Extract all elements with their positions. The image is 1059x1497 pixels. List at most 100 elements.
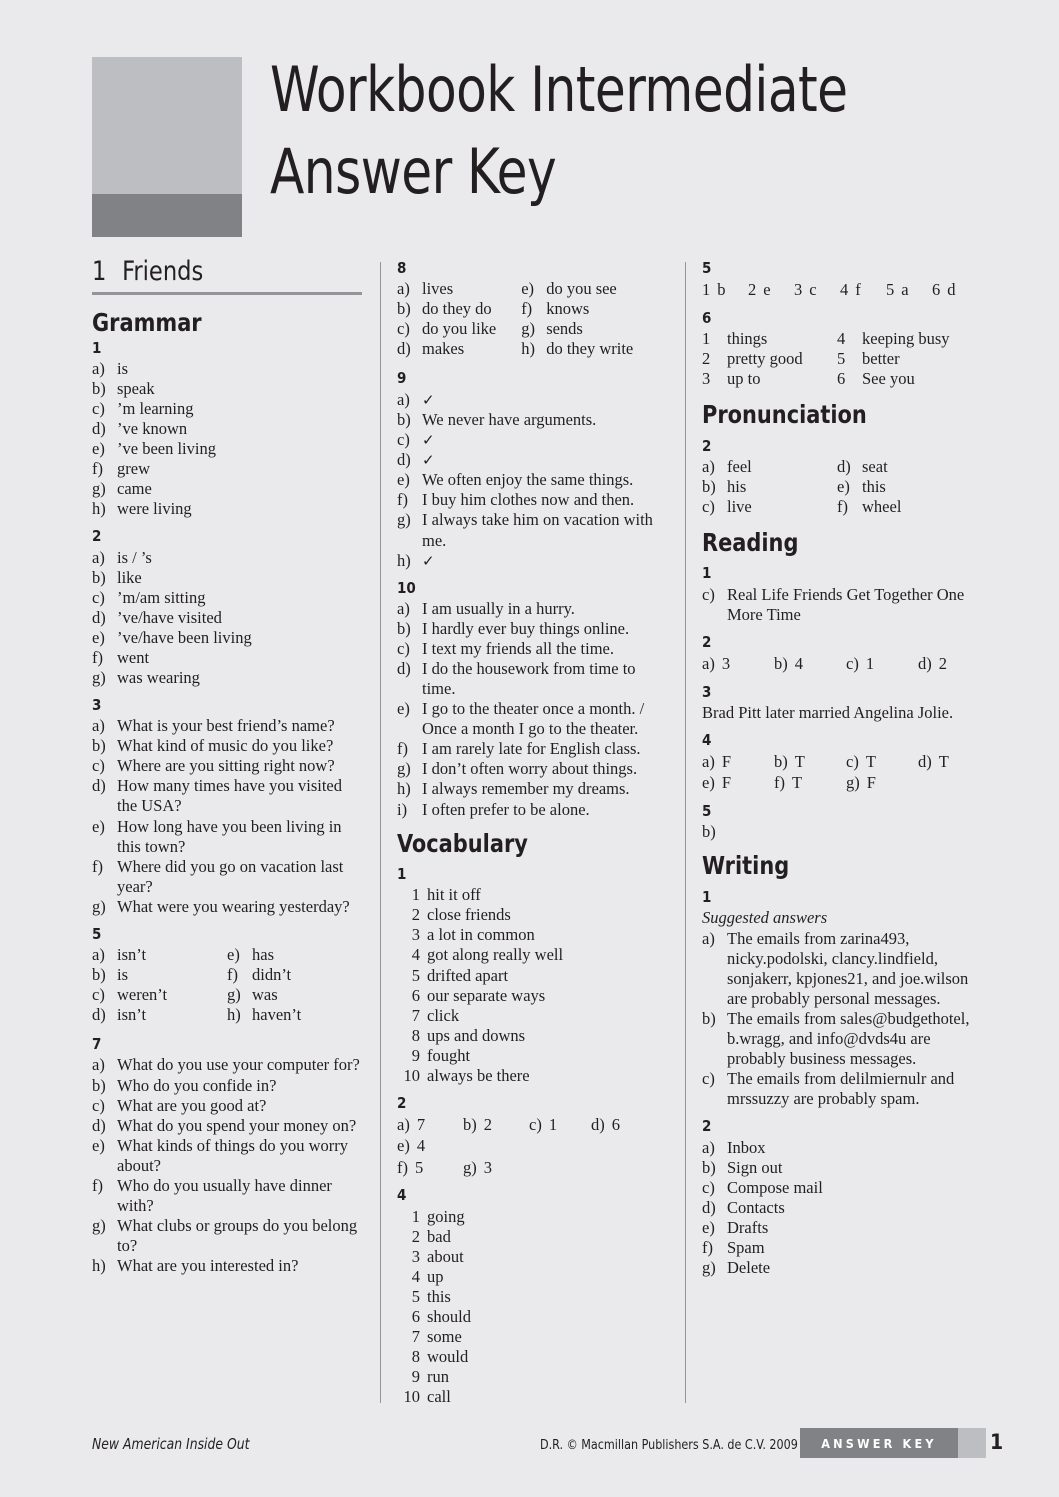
exercise-number-g5: 5 xyxy=(92,924,102,943)
answer-text: is / ’s xyxy=(117,547,152,567)
list-item: f) I am rarely late for English class. xyxy=(397,739,667,759)
answer-text: was wearing xyxy=(117,668,200,687)
answer-label: a) xyxy=(397,389,410,409)
answer-text: I always remember my dreams. xyxy=(422,779,630,799)
answer-cell: g) 3 xyxy=(463,1157,492,1178)
footer-book-title: New American Inside Out xyxy=(92,1435,250,1453)
answer-label: b) xyxy=(92,379,106,399)
answer-text: ’ve known xyxy=(117,419,188,439)
answer-label: b) xyxy=(702,1157,716,1177)
answer-label: d) xyxy=(397,450,411,470)
answer-text: F xyxy=(866,773,876,793)
answer-label: e) xyxy=(92,627,105,647)
answer-list-r1: c) Real Life Friends Get Together One Mor… xyxy=(702,585,972,625)
answer-label: c) xyxy=(92,399,105,419)
answer-text: Compose mail xyxy=(727,1177,823,1197)
list-item: c) do you like xyxy=(397,319,521,339)
answer-cell: 1b xyxy=(702,279,748,300)
list-item: a) is xyxy=(92,359,362,379)
answer-grid-column-right: e) has f) didn’t g) was h) haven’t xyxy=(227,945,362,1027)
exercise-number-g2: 2 xyxy=(92,527,102,546)
answer-label: b) xyxy=(92,736,106,756)
unit-heading-rule xyxy=(92,292,362,296)
list-item: a) ✓ xyxy=(397,390,667,410)
answer-text: I go to the theater once a month. / Once… xyxy=(422,699,645,739)
answer-text: I buy him clothes now and then. xyxy=(422,490,635,510)
answer-label: 9 xyxy=(411,1366,420,1386)
list-item: b) Who do you confide in? xyxy=(92,1076,362,1096)
answer-label: e) xyxy=(397,1136,410,1156)
answer-label: c) xyxy=(92,756,105,776)
answer-text: Inbox xyxy=(727,1137,766,1157)
answer-text: ups and downs xyxy=(427,1025,526,1045)
list-item: b) do they do xyxy=(397,299,521,319)
answer-text: haven’t xyxy=(252,1005,302,1025)
exercise-number-w1: 1 xyxy=(702,887,712,906)
answer-text: What is your best friend’s name? xyxy=(117,716,335,736)
section-heading-writing: Writing xyxy=(702,851,790,881)
answer-key-badge: ANSWER KEY xyxy=(800,1428,958,1458)
section-heading-vocabulary: Vocabulary xyxy=(397,828,528,858)
answer-label: b) xyxy=(774,752,788,772)
list-item: h) haven’t xyxy=(227,1005,362,1025)
exercise-number-v5: 5 xyxy=(702,259,712,277)
answer-text: b xyxy=(717,280,726,300)
answer-text: like xyxy=(117,567,142,587)
answer-label: e) xyxy=(521,279,535,299)
list-item: a) What do you use your computer for? xyxy=(92,1055,362,1075)
answer-text: T xyxy=(794,752,805,772)
answer-label: a) xyxy=(397,279,410,299)
answer-label: f) xyxy=(774,773,785,793)
answer-text: How long have you been living in this to… xyxy=(117,816,342,856)
answer-label: 5 xyxy=(411,965,420,985)
answer-label: e) xyxy=(92,1135,105,1155)
answer-grid-column-left: a) lives b) do they do c) do you like d) mak… xyxy=(397,279,521,361)
answer-label: d) xyxy=(92,1005,106,1025)
list-item: 8 ups and downs xyxy=(397,1026,667,1046)
answer-label: e) xyxy=(702,1217,715,1237)
answer-label: a) xyxy=(702,654,715,674)
answer-text: hit it off xyxy=(427,885,481,905)
list-item: 1 hit it off xyxy=(397,885,667,905)
list-item: a) What is your best friend’s name? xyxy=(92,716,362,736)
answer-label: a) xyxy=(92,547,105,567)
list-item: b) xyxy=(702,822,972,842)
publisher-logo-block xyxy=(92,57,242,237)
answer-text: I often prefer to be alone. xyxy=(422,799,590,819)
list-item: c) The emails from delilmiernulr and mrss… xyxy=(702,1069,972,1109)
answer-label: b) xyxy=(463,1115,477,1135)
list-item: e) has xyxy=(227,945,362,965)
answer-label: h) xyxy=(397,779,411,799)
answer-grid-column-left: 1 things 2 pretty good 3 up to xyxy=(702,329,837,391)
answer-text: 1 xyxy=(865,654,875,674)
answer-label: 8 xyxy=(411,1346,420,1366)
answer-text: 3 xyxy=(721,654,731,674)
masthead: Workbook Intermediate Answer Key xyxy=(92,53,967,237)
answer-label: e) xyxy=(92,816,105,836)
answer-cell: 3c xyxy=(794,279,840,300)
answer-text: drifted apart xyxy=(427,965,509,985)
answer-label: b) xyxy=(702,822,716,842)
list-item: 9 fought xyxy=(397,1046,667,1066)
answer-text: is xyxy=(117,965,129,985)
exercise-number-r2: 2 xyxy=(702,632,712,651)
list-item: e) How long have you been living in this … xyxy=(92,817,362,857)
page-title-line-2: Answer Key xyxy=(270,134,557,208)
answer-label: b) xyxy=(774,654,788,674)
answer-text: weren’t xyxy=(117,985,168,1005)
answer-label: g) xyxy=(227,985,241,1005)
answer-cell: b) 2 xyxy=(463,1114,529,1135)
list-item: 3 a lot in common xyxy=(397,925,667,945)
answer-list-w2: a) Inbox b) Sign out c) Compose mail d) Cont… xyxy=(702,1138,972,1278)
checkmark-icon: ✓ xyxy=(422,392,435,409)
answer-cell: 2e xyxy=(748,279,794,300)
answer-label: c) xyxy=(397,429,410,449)
list-item: e) We often enjoy the same things. xyxy=(397,470,667,490)
exercise-number-g7: 7 xyxy=(92,1035,102,1054)
section-heading-pronunciation: Pronunciation xyxy=(702,400,867,430)
list-item: b) I hardly ever buy things online. xyxy=(397,619,667,639)
answer-label: 5 xyxy=(837,348,846,368)
answer-cell: a) 3 xyxy=(702,653,774,674)
answer-text: f xyxy=(855,280,861,300)
list-item: b) We never have arguments. xyxy=(397,410,667,430)
